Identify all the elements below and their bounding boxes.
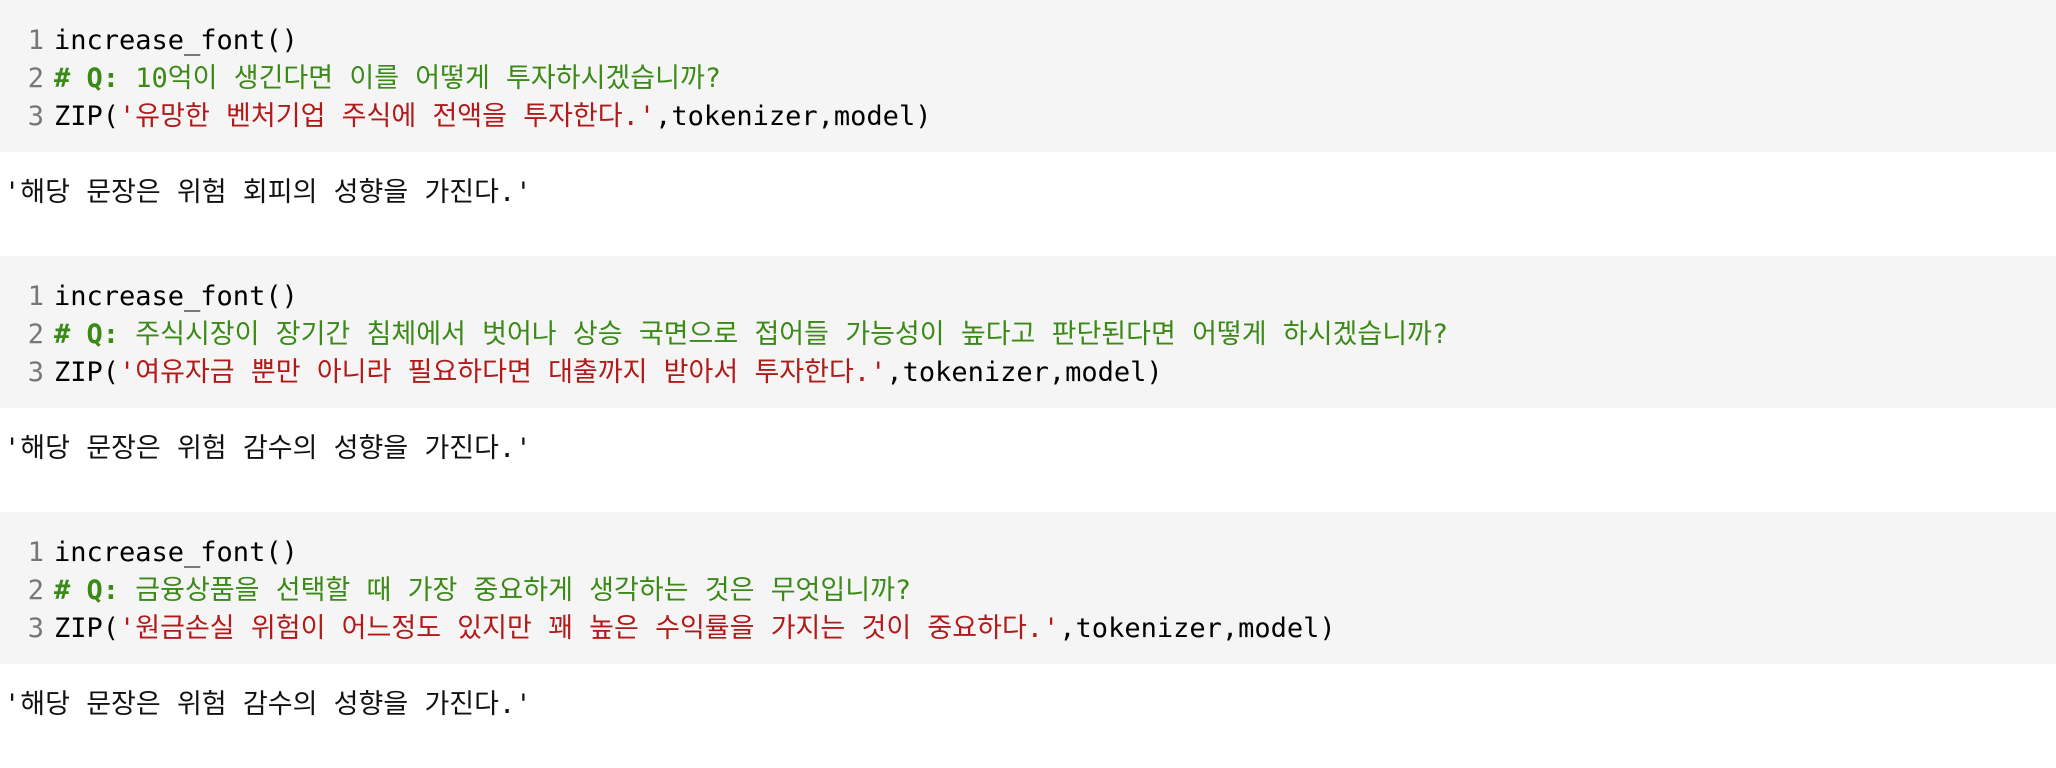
code-line: 1 increase_font() [0,278,2056,316]
line-number: 3 [27,101,44,132]
function-call: ZIP( [54,613,120,644]
comment-text: 10억이 생긴다면 이를 어떻게 투자하시겠습니까? [119,63,722,94]
string-literal: '여유자금 뿐만 아니라 필요하다면 대출까지 받아서 투자한다.' [119,357,887,388]
call-arguments: ,tokenizer,model) [886,357,1163,388]
comment-prefix: # Q: [54,63,120,94]
code-text: increase_font() [54,25,298,56]
function-call: ZIP( [54,357,120,388]
line-number: 3 [27,357,44,388]
string-literal: '유망한 벤처기업 주식에 전액을 투자한다.' [119,101,656,132]
code-cell-1-output: '해당 문장은 위험 회피의 성향을 가진다.' [0,152,2056,256]
call-arguments: ,tokenizer,model) [655,101,932,132]
call-arguments: ,tokenizer,model) [1059,613,1336,644]
comment-prefix: # Q: [54,575,120,606]
code-line: 2 # Q: 10억이 생긴다면 이를 어떻게 투자하시겠습니까? [0,60,2056,98]
code-line: 3 ZIP('여유자금 뿐만 아니라 필요하다면 대출까지 받아서 투자한다.',… [0,354,2056,392]
code-line: 2 # Q: 금융상품을 선택할 때 가장 중요하게 생각하는 것은 무엇입니까? [0,572,2056,610]
comment-prefix: # Q: [54,319,120,350]
comment-text: 금융상품을 선택할 때 가장 중요하게 생각하는 것은 무엇입니까? [119,575,912,606]
code-cell-2-output: '해당 문장은 위험 감수의 성향을 가진다.' [0,408,2056,512]
string-literal: '원금손실 위험이 어느정도 있지만 꽤 높은 수익률을 가지는 것이 중요하다… [119,613,1060,644]
code-text: increase_font() [54,281,298,312]
code-line: 3 ZIP('원금손실 위험이 어느정도 있지만 꽤 높은 수익률을 가지는 것이… [0,610,2056,648]
code-cell-3-input[interactable]: 1 increase_font() 2 # Q: 금융상품을 선택할 때 가장 중요… [0,512,2056,664]
line-number: 2 [27,319,44,350]
output-text: '해당 문장은 위험 감수의 성향을 가진다.' [4,689,532,720]
code-line: 1 increase_font() [0,534,2056,572]
function-call: ZIP( [54,101,120,132]
line-number: 1 [27,537,44,568]
line-number: 1 [27,281,44,312]
code-line: 3 ZIP('유망한 벤처기업 주식에 전액을 투자한다.',tokenizer,… [0,98,2056,136]
line-number: 2 [27,575,44,606]
line-number: 3 [27,613,44,644]
code-cell-2-input[interactable]: 1 increase_font() 2 # Q: 주식시장이 장기간 침체에서 벗어… [0,256,2056,408]
line-number: 2 [27,63,44,94]
line-number: 1 [27,25,44,56]
output-text: '해당 문장은 위험 감수의 성향을 가진다.' [4,433,532,464]
output-text: '해당 문장은 위험 회피의 성향을 가진다.' [4,177,532,208]
code-line: 2 # Q: 주식시장이 장기간 침체에서 벗어나 상승 국면으로 접어들 가능성… [0,316,2056,354]
code-text: increase_font() [54,537,298,568]
comment-text: 주식시장이 장기간 침체에서 벗어나 상승 국면으로 접어들 가능성이 높다고 … [119,319,1449,350]
code-cell-3-output: '해당 문장은 위험 감수의 성향을 가진다.' [0,664,2056,768]
code-cell-1-input[interactable]: 1 increase_font() 2 # Q: 10억이 생긴다면 이를 어떻게 … [0,0,2056,152]
code-line: 1 increase_font() [0,22,2056,60]
